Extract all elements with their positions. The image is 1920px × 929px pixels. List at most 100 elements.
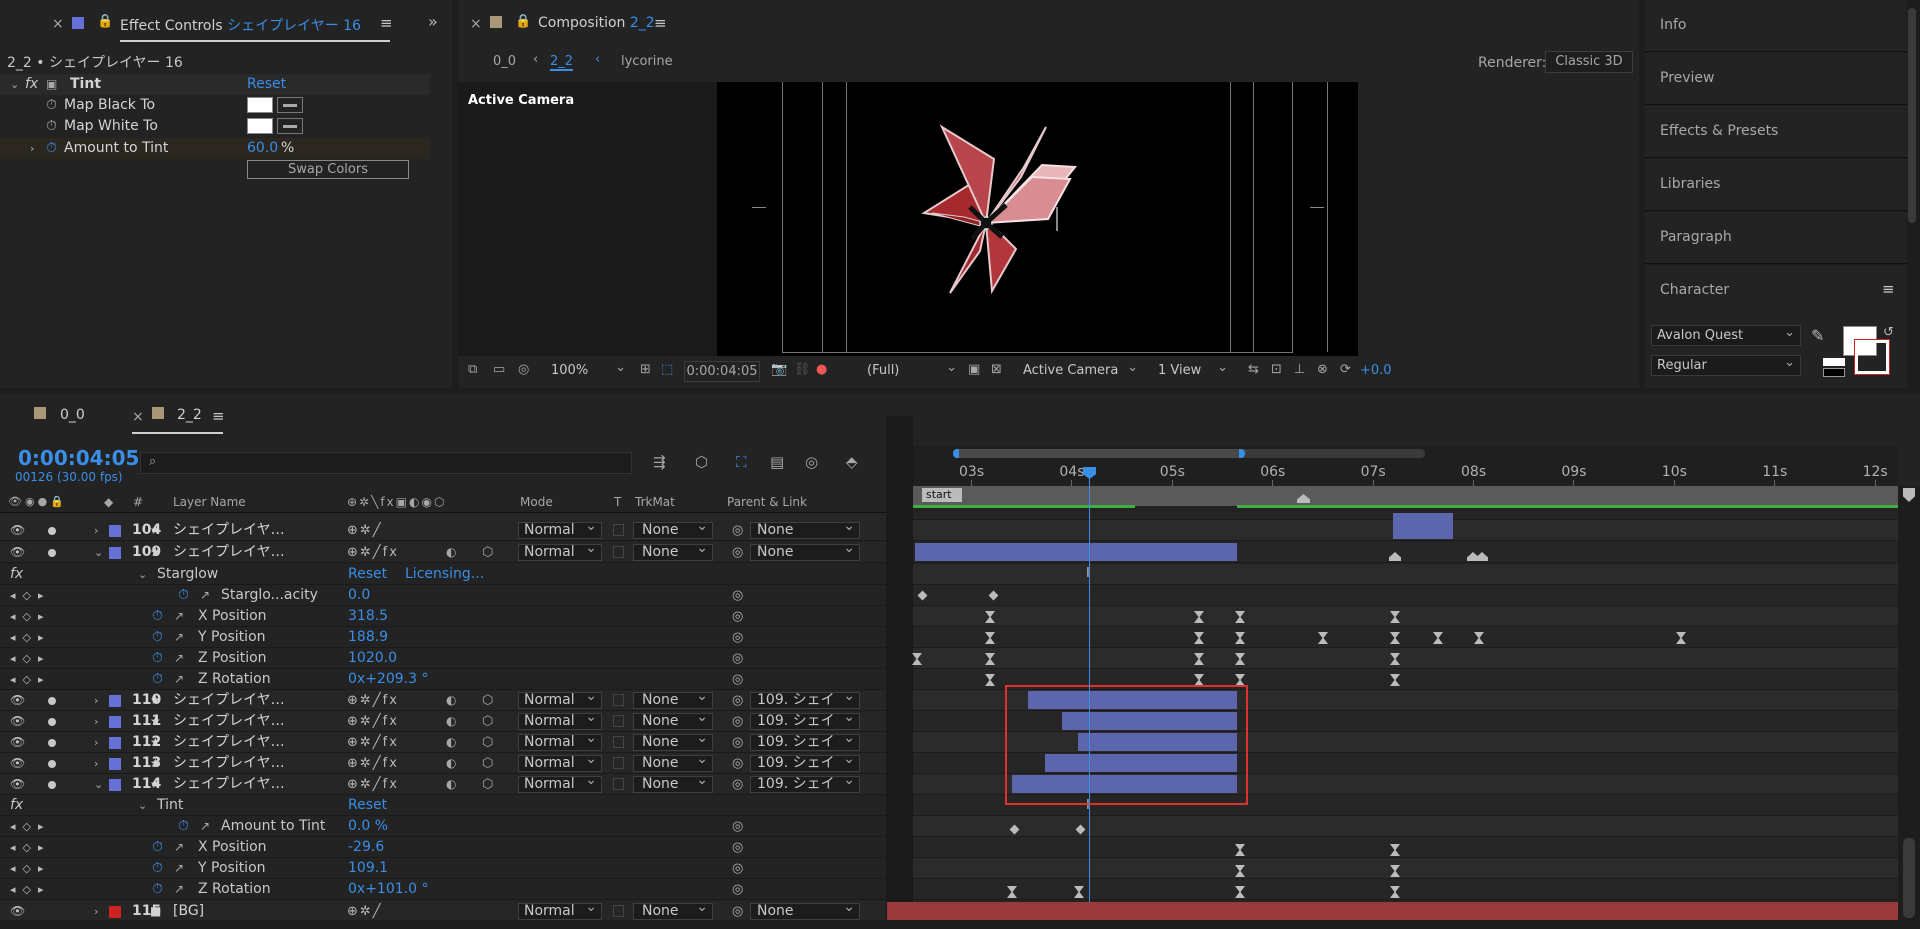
property-value[interactable]: 109.1 [348, 858, 388, 879]
layer-row[interactable]: 👁›104★シェイプレイヤ…⊕✲╱NormalNone◎None [0, 519, 886, 541]
bg-layer-bar[interactable] [887, 902, 1898, 920]
close-tab-icon[interactable]: × [132, 409, 144, 425]
pick-whip-icon[interactable]: ◎ [732, 858, 743, 879]
stopwatch-icon[interactable]: ⏱ [152, 627, 163, 648]
stopwatch-icon[interactable]: ⏱ [178, 585, 189, 606]
crumb-2_2[interactable]: 2_2 [550, 54, 574, 71]
shy-layers-icon[interactable]: ⛶ [736, 453, 747, 471]
transparency-icon[interactable]: ⬚ [661, 362, 673, 377]
pick-whip-icon[interactable]: ◎ [732, 690, 743, 711]
expand-panels-icon[interactable]: » [428, 12, 438, 31]
work-area-range[interactable] [953, 449, 1245, 458]
layer-name[interactable]: シェイプレイヤ… [173, 542, 285, 563]
graph-row[interactable] [913, 816, 1898, 837]
label-color-chip[interactable] [109, 695, 121, 707]
eye-icon[interactable]: 👁 [10, 711, 25, 732]
trkmat-select[interactable]: None [633, 541, 713, 561]
mode-select[interactable]: Normal [518, 541, 602, 561]
layer-switches[interactable]: ⊕✲╱fx [347, 732, 399, 753]
preview-panel[interactable]: Preview [1645, 53, 1907, 105]
twirl-icon[interactable]: › [94, 732, 98, 753]
mode-select[interactable]: Normal [518, 710, 602, 730]
effects-presets-panel[interactable]: Effects & Presets [1645, 106, 1907, 158]
eyedropper-icon[interactable] [277, 118, 303, 134]
mode-select[interactable]: Normal [518, 519, 602, 539]
parent-select[interactable]: 109. シェイ [750, 713, 860, 730]
motion-blur-icon[interactable]: ◎ [805, 453, 818, 471]
stopwatch-icon[interactable]: ⏱ [152, 858, 163, 879]
mode-select[interactable]: Normal [518, 752, 602, 772]
twirl-icon[interactable]: ⌄ [94, 542, 103, 563]
mode-select[interactable]: Normal [518, 773, 602, 793]
graph-row[interactable] [913, 648, 1898, 669]
preserve-transparency-toggle[interactable] [613, 524, 624, 536]
trkmat-select[interactable]: None [633, 900, 713, 920]
motion-blur-icon[interactable]: ◐ [446, 732, 456, 753]
panel-menu-icon[interactable]: ≡ [654, 14, 667, 32]
libraries-panel[interactable]: Libraries [1645, 159, 1907, 211]
swap-colors-button[interactable]: Swap Colors [247, 160, 409, 179]
draft-3d-icon[interactable]: ⬡ [695, 453, 708, 471]
layer-row[interactable]: 👁›111★シェイプレイヤ…⊕✲╱fx◐⬡NormalNone◎109. シェイ [0, 710, 886, 732]
motion-blur-icon[interactable]: ◐ [446, 774, 456, 795]
panel-menu-icon[interactable]: ≡ [380, 14, 393, 32]
layer-switches[interactable]: ⊕✲╱ [347, 901, 383, 922]
licensing-link[interactable]: Licensing... [405, 564, 484, 585]
property-value[interactable]: 0.0 [348, 585, 370, 606]
graph-row[interactable] [913, 627, 1898, 648]
property-row[interactable]: ◂◇▸ ⏱ ↗ Y Position 109.1 ◎ [0, 858, 886, 879]
effect-controls-tab[interactable]: Effect Controls シェイプレイヤー 16 [120, 15, 361, 35]
eye-icon[interactable]: 👁 [10, 753, 25, 774]
property-row[interactable]: ◂◇▸ ⏱ ↗ X Position -29.6 ◎ [0, 837, 886, 858]
lock-icon[interactable]: 🔒 [97, 14, 113, 29]
graph-icon[interactable]: ↗ [174, 627, 184, 648]
eye-icon[interactable]: 👁 [10, 901, 25, 922]
twirl-icon[interactable]: ⌄ [94, 774, 103, 795]
parent-select[interactable]: None [750, 544, 860, 561]
close-tab-icon[interactable]: × [52, 16, 64, 32]
layer-row[interactable]: 👁›110★シェイプレイヤ…⊕✲╱fx◐⬡NormalNone◎109. シェイ [0, 689, 886, 711]
twirl-right-icon[interactable]: › [30, 138, 34, 159]
composition-tab[interactable]: Composition 2_2 [538, 15, 655, 31]
twirl-icon[interactable]: › [94, 711, 98, 732]
parent-select[interactable]: 109. シェイ [750, 755, 860, 772]
graph-icon[interactable]: ↗ [174, 648, 184, 669]
preserve-transparency-toggle[interactable] [613, 905, 624, 917]
3d-layer-icon[interactable]: ⬡ [482, 753, 493, 774]
view-select[interactable]: 1 View [1153, 358, 1233, 382]
graph-row[interactable] [913, 564, 1898, 585]
pick-whip-icon[interactable]: ◎ [732, 774, 743, 795]
fast-preview-icon[interactable]: ⇆ [1248, 362, 1259, 377]
pick-whip-icon[interactable]: ◎ [732, 585, 743, 606]
motion-blur-icon[interactable]: ◐ [446, 753, 456, 774]
trkmat-select[interactable]: None [633, 773, 713, 793]
paragraph-panel[interactable]: Paragraph [1645, 212, 1907, 264]
solo-dot[interactable] [48, 527, 56, 535]
pick-whip-icon[interactable]: ◎ [732, 711, 743, 732]
pick-whip-icon[interactable]: ◎ [732, 816, 743, 837]
mode-select[interactable]: Normal [518, 900, 602, 920]
comp-timecode[interactable]: 0:00:04:05 [684, 361, 760, 382]
close-tab-icon[interactable]: × [470, 16, 482, 32]
parent-select[interactable]: 109. シェイ [750, 734, 860, 751]
solo-dot[interactable] [48, 781, 56, 789]
scrollbar-thumb[interactable] [1903, 838, 1915, 918]
motion-blur-icon[interactable]: ◐ [446, 542, 456, 563]
stopwatch-icon[interactable]: ⏱ [152, 879, 163, 900]
roi-icon[interactable]: ▣ [968, 362, 980, 377]
graph-icon[interactable]: ↗ [174, 879, 184, 900]
property-value[interactable]: 1020.0 [348, 648, 397, 669]
motion-blur-icon[interactable]: ◐ [446, 711, 456, 732]
eye-icon[interactable]: 👁 [10, 542, 25, 563]
zoom-select[interactable]: 100% [546, 358, 631, 382]
3d-layer-icon[interactable]: ⬡ [482, 732, 493, 753]
graph-icon[interactable]: ↗ [174, 858, 184, 879]
twirl-icon[interactable]: › [94, 753, 98, 774]
eyedropper-icon[interactable]: ✎ [1811, 326, 1824, 345]
preserve-transparency-toggle[interactable] [613, 694, 624, 706]
layer-row[interactable]: 👁›115■[BG]⊕✲╱NormalNone◎None [0, 900, 886, 922]
amount-value[interactable]: 60.0 [247, 138, 278, 159]
trkmat-select[interactable]: None [633, 689, 713, 709]
layer-switches[interactable]: ⊕✲╱fx [347, 753, 399, 774]
eye-icon[interactable]: 👁 [10, 732, 25, 753]
